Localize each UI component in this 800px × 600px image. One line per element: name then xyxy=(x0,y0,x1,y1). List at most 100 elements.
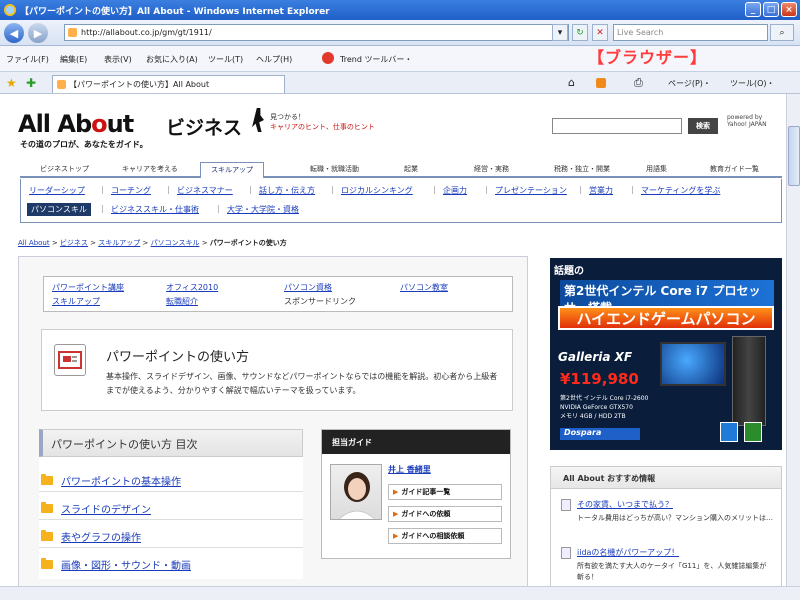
site-subtitle: その道のプロが、あなたをガイド。 xyxy=(20,140,148,149)
guide-articles-button[interactable]: ▶ ガイド記事一覧 xyxy=(388,484,502,500)
subnav-leadership[interactable]: リーダーシップ xyxy=(29,185,85,196)
subnav-planning[interactable]: 企画力 xyxy=(443,185,467,196)
horizontal-scrollbar[interactable] xyxy=(0,586,800,600)
search-icon: ⌕ xyxy=(779,27,785,38)
tab-glossary[interactable]: 用語集 xyxy=(646,164,667,174)
toc-item-media[interactable]: 画像・図形・サウンド・動画 xyxy=(41,557,191,572)
breadcrumb-pcskill[interactable]: パソコンスキル xyxy=(151,239,200,247)
menu-favorites[interactable]: お気に入り(A) xyxy=(146,54,198,65)
intel-badge-icon xyxy=(720,422,738,442)
subnav-business-skill[interactable]: ビジネススキル・仕事術 xyxy=(111,204,199,215)
guide-request-button[interactable]: ▶ ガイドへの依頼 xyxy=(388,506,502,522)
menu-file[interactable]: ファイル(F) xyxy=(6,54,49,65)
gaming-pc-ad[interactable]: 話題の 第2世代インテル Core i7 プロセッサー搭載 ハイエンドゲームパソ… xyxy=(550,258,782,450)
subnav-manners[interactable]: ビジネスマナー xyxy=(177,185,233,196)
close-button[interactable]: × xyxy=(781,2,797,17)
search-button[interactable]: ⌕ xyxy=(770,24,794,41)
guide-consult-button[interactable]: ▶ ガイドへの相談依頼 xyxy=(388,528,502,544)
document-icon xyxy=(561,499,571,511)
site-search-button[interactable]: 検索 xyxy=(688,118,718,134)
refresh-button[interactable]: ↻ xyxy=(572,24,588,41)
breadcrumb-business[interactable]: ビジネス xyxy=(60,239,88,247)
powered-by: powered by Yahoo! JAPAN xyxy=(727,114,767,128)
ad-line3: ハイエンドゲームパソコン xyxy=(558,306,774,330)
subnav-presentation[interactable]: プレゼンテーション xyxy=(495,185,567,196)
scroll-thumb[interactable] xyxy=(788,126,800,186)
page-menu[interactable]: ページ(P)・ xyxy=(668,78,711,89)
toc-item-basics[interactable]: パワーポイントの基本操作 xyxy=(41,473,181,488)
toc-item-tables[interactable]: 表やグラフの操作 xyxy=(41,529,141,544)
allabout-logo[interactable]: All About xyxy=(18,110,134,138)
maximize-button[interactable]: □ xyxy=(763,2,779,17)
subnav-logical[interactable]: ロジカルシンキング xyxy=(341,185,413,196)
forward-arrow-icon: ▶ xyxy=(33,26,43,40)
feeds-icon[interactable] xyxy=(596,78,606,88)
guide-avatar[interactable] xyxy=(330,464,382,520)
browser-annotation: 【ブラウザー】 xyxy=(588,48,708,67)
toc-item-design[interactable]: スライドのデザイン xyxy=(41,501,151,516)
trend-toolbar-menu[interactable]: Trend ツールバー・ xyxy=(340,54,412,65)
tab-business-top[interactable]: ビジネストップ xyxy=(40,164,89,174)
browser-tab[interactable]: 【パワーポイントの使い方】All About xyxy=(52,75,285,93)
menu-help[interactable]: ヘルプ(H) xyxy=(256,54,292,65)
tab-bar: ★ ✚ 【パワーポイントの使い方】All About ⌂ ⎙ ページ(P)・ ツ… xyxy=(0,72,800,94)
link-pc-license[interactable]: パソコン資格 xyxy=(284,282,332,293)
menu-edit[interactable]: 編集(E) xyxy=(60,54,87,65)
ad-line1: 話題の xyxy=(554,266,584,277)
guide-box: 担当ガイド 井上 香緒里 ▶ ガイド記事一覧 ▶ ガイドへの依頼 ▶ ガイドへの相談依… xyxy=(321,429,511,559)
menu-tools[interactable]: ツール(T) xyxy=(208,54,243,65)
tab-career[interactable]: キャリアを考える xyxy=(122,164,178,174)
tab-page-icon xyxy=(57,80,66,89)
breadcrumb-skillup[interactable]: スキルアップ xyxy=(98,239,140,247)
stop-button[interactable]: ✕ xyxy=(592,24,608,41)
link-job-intro[interactable]: 転職紹介 xyxy=(166,296,198,307)
recommend-link-iida[interactable]: iidaの名機がパワーアップ！ xyxy=(577,547,679,558)
site-search-input[interactable] xyxy=(552,118,682,134)
subnav-sales[interactable]: 営業力 xyxy=(589,185,613,196)
tab-tax[interactable]: 税務・独立・開業 xyxy=(554,164,610,174)
page-icon xyxy=(68,28,77,37)
ad-specs: 第2世代 インテル Core i7-2600 NVIDIA GeForce GT… xyxy=(560,395,649,420)
back-button[interactable]: ◀ xyxy=(4,23,24,43)
refresh-icon: ↻ xyxy=(576,27,584,38)
subnav-marketing[interactable]: マーケティングを学ぶ xyxy=(641,185,720,196)
tab-management[interactable]: 経営・実務 xyxy=(474,164,509,174)
address-dropdown-button[interactable]: ▾ xyxy=(552,24,568,41)
print-icon[interactable]: ⎙ xyxy=(634,76,643,90)
table-of-contents: パワーポイントの使い方 目次 パワーポイントの基本操作 スライドのデザイン 表や… xyxy=(39,429,303,579)
tab-startup[interactable]: 起業 xyxy=(404,164,418,174)
toc-heading: パワーポイントの使い方 目次 xyxy=(39,429,303,457)
guide-name-link[interactable]: 井上 香緒里 xyxy=(388,464,431,475)
tagline: 見つかる！ キャリアのヒント、仕事のヒント xyxy=(270,113,375,131)
subnav-speaking[interactable]: 話し方・伝え方 xyxy=(259,185,315,196)
vertical-scrollbar[interactable] xyxy=(786,94,800,586)
menu-view[interactable]: 表示(V) xyxy=(104,54,132,65)
tab-skillup[interactable]: スキルアップ xyxy=(200,162,264,178)
link-pc-school[interactable]: パソコン教室 xyxy=(400,282,448,293)
intro-title: パワーポイントの使い方 xyxy=(106,350,250,365)
subnav-pc-skill[interactable]: パソコンスキル xyxy=(27,203,91,216)
add-favorite-icon[interactable]: ✚ xyxy=(26,76,36,90)
breadcrumb-allabout[interactable]: All About xyxy=(18,239,50,247)
address-input[interactable]: http://allabout.co.jp/gm/gt/1911/ xyxy=(64,24,569,41)
sponsor-label: スポンサードリンク xyxy=(284,297,356,306)
link-office2010[interactable]: オフィス2010 xyxy=(166,282,218,293)
arrow-right-icon: ▶ xyxy=(393,510,399,518)
favorites-star-icon[interactable]: ★ xyxy=(6,76,17,90)
live-search-input[interactable]: Live Search xyxy=(613,24,768,41)
home-icon[interactable]: ⌂ xyxy=(568,76,575,89)
subnav-university[interactable]: 大学・大学院・資格 xyxy=(227,204,299,215)
ad-price: ¥119,980 xyxy=(560,370,639,388)
recommend-link-rent[interactable]: その家賃、いつまで払う？ xyxy=(577,499,673,510)
tab-guides[interactable]: 教育ガイド一覧 xyxy=(710,164,759,174)
tab-job-change[interactable]: 転職・就職活動 xyxy=(310,164,359,174)
subnav-coaching[interactable]: コーチング xyxy=(111,185,151,196)
section-logo[interactable]: ビジネス xyxy=(166,113,242,140)
link-ppt-course[interactable]: パワーポイント講座 xyxy=(52,282,124,293)
forward-button[interactable]: ▶ xyxy=(28,23,48,43)
document-icon xyxy=(561,547,571,559)
link-skillup[interactable]: スキルアップ xyxy=(52,296,100,307)
tools-menu[interactable]: ツール(O)・ xyxy=(730,78,775,89)
trend-icon xyxy=(322,52,334,64)
minimize-button[interactable]: _ xyxy=(745,2,761,17)
